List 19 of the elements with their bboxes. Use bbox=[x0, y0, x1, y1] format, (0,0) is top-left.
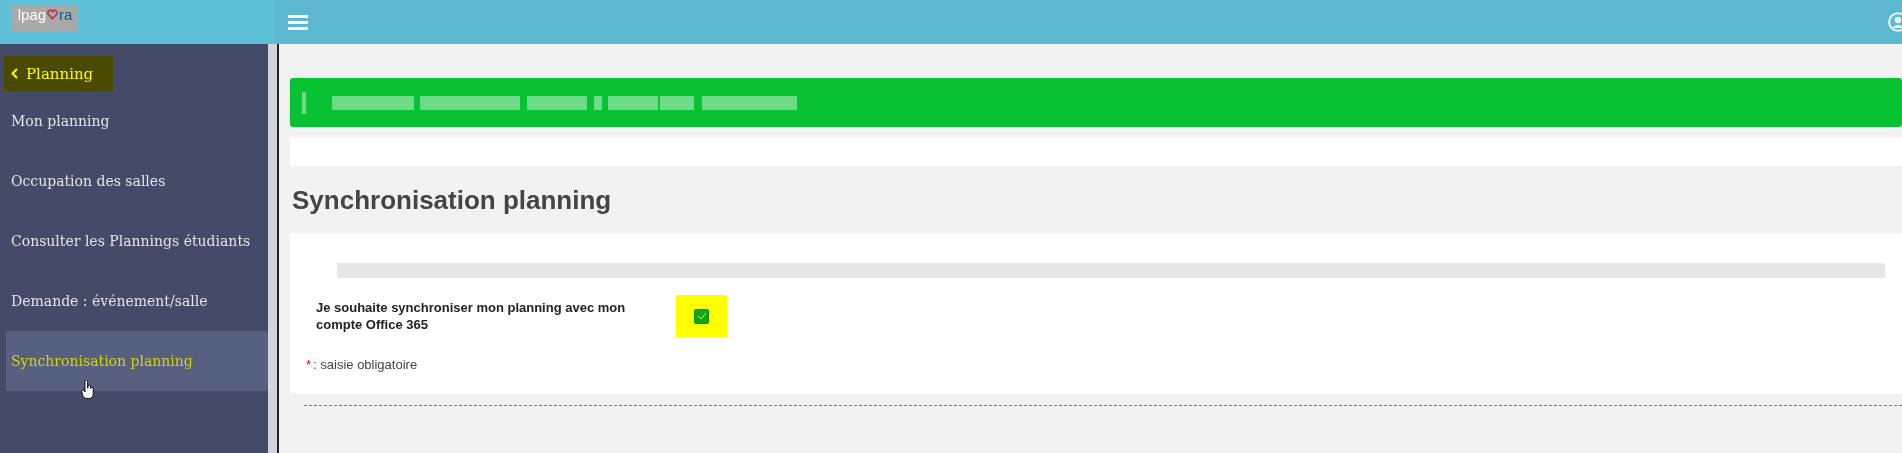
sidebar-item[interactable]: Consulter les Plannings étudiants bbox=[0, 211, 268, 271]
required-mark: * bbox=[306, 357, 312, 372]
sidebar-item[interactable]: Demande : événement/salle bbox=[0, 271, 268, 331]
user-icon[interactable] bbox=[1888, 12, 1902, 32]
required-note: : saisie obligatoire bbox=[313, 357, 418, 372]
hand-cursor-icon bbox=[81, 380, 95, 400]
logo-text: lpag bbox=[17, 7, 46, 22]
check-icon bbox=[696, 312, 707, 320]
chevron-left-icon bbox=[11, 68, 18, 79]
page-title: Synchronisation planning bbox=[292, 185, 613, 217]
menu-icon[interactable] bbox=[288, 14, 308, 30]
logo-text: ra bbox=[59, 7, 73, 22]
sidebar-item[interactable]: Occupation des salles bbox=[0, 151, 268, 211]
sidebar-item[interactable]: Mon planning bbox=[0, 91, 268, 151]
sidebar-item[interactable]: Synchronisation planning bbox=[6, 331, 268, 391]
back-link[interactable]: Planning bbox=[4, 56, 113, 91]
heart-icon bbox=[47, 9, 58, 20]
checkbox[interactable] bbox=[694, 308, 709, 324]
field-label: Je souhaite synchroniser mon planning avec mon compte Office 365 bbox=[315, 299, 627, 333]
